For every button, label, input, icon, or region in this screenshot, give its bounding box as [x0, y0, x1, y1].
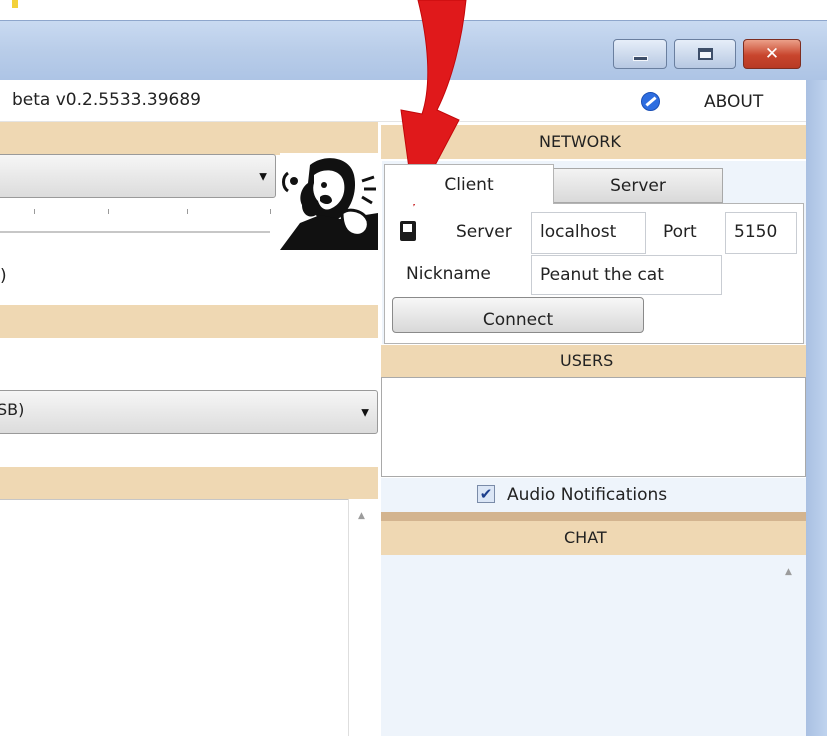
chat-header: CHAT [381, 521, 806, 555]
app-window: ✕ beta v0.2.5533.39689 ABOUT ▼) SB) ▼ ▲… [0, 0, 827, 736]
connect-button[interactable]: Connect [392, 297, 644, 333]
scroll-up-icon[interactable]: ▲ [785, 567, 792, 577]
address-book-icon[interactable] [400, 221, 416, 241]
chat-title: CHAT [564, 528, 607, 547]
minimize-button[interactable] [613, 39, 667, 69]
connect-button-label: Connect [482, 310, 554, 330]
left-section-header [0, 467, 378, 500]
server-label: Server [456, 222, 512, 242]
output-dropdown-value: SB) [0, 400, 25, 419]
about-icon[interactable] [641, 92, 660, 111]
users-title: USERS [560, 351, 614, 370]
chat-log[interactable]: ▲ [381, 555, 806, 736]
device-info-text: ) [0, 266, 7, 286]
about-link[interactable]: ABOUT [704, 92, 763, 112]
nickname-input[interactable]: Peanut the cat [531, 255, 722, 295]
shouting-man-icon [280, 153, 378, 250]
network-title: NETWORK [539, 132, 621, 151]
volume-slider[interactable] [0, 211, 272, 233]
slider-track [0, 231, 270, 233]
left-section-header [0, 122, 378, 155]
log-pane[interactable] [0, 499, 378, 736]
window-right-border [806, 80, 827, 736]
users-header: USERS [381, 345, 806, 377]
users-list[interactable] [381, 377, 806, 477]
left-section-header [0, 305, 378, 338]
tab-client[interactable]: Client [384, 164, 554, 204]
tab-client-label: Client [444, 174, 494, 195]
tab-server[interactable]: Server [553, 168, 723, 203]
scroll-up-icon[interactable]: ▲ [358, 511, 365, 521]
close-icon: ✕ [764, 43, 780, 64]
tab-server-label: Server [610, 175, 666, 196]
minimize-icon [632, 55, 648, 61]
maximize-icon [697, 48, 713, 60]
close-button[interactable]: ✕ [743, 39, 801, 69]
port-input[interactable]: 5150 [725, 212, 797, 254]
chevron-down-icon: ▼ [361, 407, 369, 419]
yellow-mark [12, 0, 18, 8]
chevron-down-icon: ▼ [259, 171, 267, 183]
port-label: Port [663, 222, 697, 242]
splitter[interactable] [381, 512, 806, 521]
info-bar: beta v0.2.5533.39689 ABOUT [0, 80, 806, 122]
output-dropdown[interactable]: SB) ▼ [0, 390, 378, 434]
nickname-label: Nickname [406, 264, 491, 284]
audio-notifications-label[interactable]: Audio Notifications [507, 485, 667, 505]
log-scrollbar[interactable]: ▲ [348, 499, 378, 736]
avatar [280, 153, 378, 250]
version-label: beta v0.2.5533.39689 [12, 90, 201, 110]
device-dropdown[interactable]: ▼ [0, 154, 276, 198]
server-input[interactable]: localhost [531, 212, 646, 254]
maximize-button[interactable] [674, 39, 736, 69]
check-icon: ✔ [479, 484, 493, 503]
network-header: NETWORK [381, 125, 806, 159]
audio-notifications-checkbox[interactable]: ✔ [477, 485, 495, 503]
